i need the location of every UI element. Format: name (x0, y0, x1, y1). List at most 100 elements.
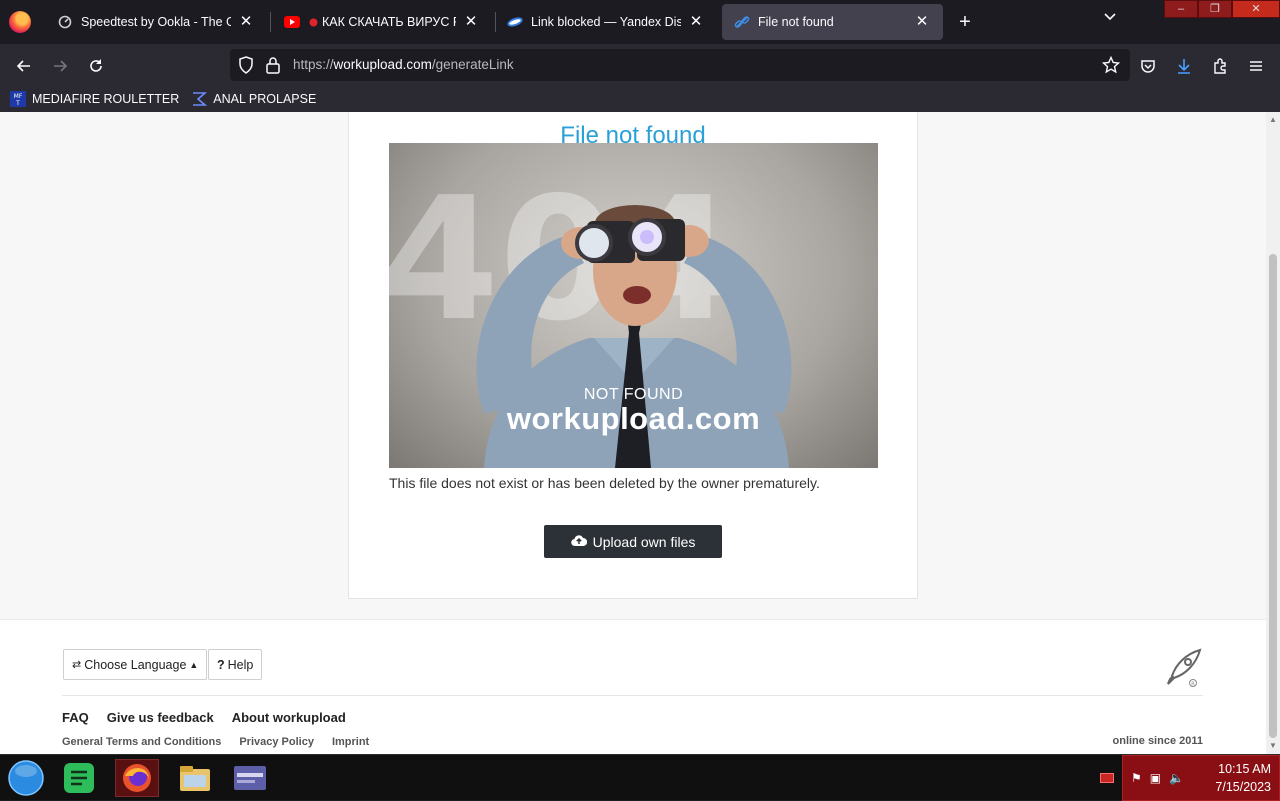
reload-icon (90, 59, 102, 72)
tab-youtube[interactable]: КАК СКАЧАТЬ ВИРУС Petya ✕ (272, 4, 492, 40)
tracking-protection-shield-icon[interactable] (238, 56, 254, 79)
show-hidden-icons-indicator[interactable] (1100, 773, 1114, 783)
svg-text:T: T (15, 100, 20, 107)
download-icon (1178, 59, 1190, 74)
window-close-button[interactable]: ✕ (1232, 0, 1280, 18)
privacy-policy-link[interactable]: Privacy Policy (239, 736, 314, 748)
reload-button[interactable] (82, 52, 110, 80)
upload-button-label: Upload own files (592, 533, 696, 550)
terms-link[interactable]: General Terms and Conditions (62, 736, 221, 748)
firefox-menu-icon[interactable] (9, 11, 31, 33)
scroll-thumb[interactable] (1269, 254, 1277, 738)
bookmark-star-icon[interactable] (1101, 55, 1121, 79)
minimize-button[interactable]: – (1164, 0, 1198, 18)
page-scrollbar[interactable]: ▲ ▼ (1266, 112, 1280, 754)
url-scheme: https:// (293, 57, 334, 72)
url-host: workupload.com (333, 57, 432, 72)
sigma-icon (193, 92, 208, 106)
start-orb-icon (8, 760, 44, 796)
tab-title: File not found (758, 15, 834, 29)
tab-yandex-disk[interactable]: Link blocked — Yandex Disk ✕ (495, 4, 717, 40)
taskbar-notes-app[interactable] (57, 759, 101, 797)
language-button-label: Choose Language (84, 657, 187, 672)
rocket-logo-icon: R (1162, 646, 1204, 693)
start-button[interactable] (4, 759, 48, 797)
folder-icon (180, 766, 210, 791)
question-icon: ? (217, 657, 225, 672)
taskbar-file-explorer[interactable] (173, 759, 217, 797)
url-path: /generateLink (431, 57, 514, 72)
list-all-tabs-button[interactable] (1098, 10, 1122, 34)
taskbar-app-window[interactable] (228, 759, 272, 797)
new-tab-button[interactable]: + (953, 10, 977, 34)
scroll-up-arrow-icon[interactable]: ▲ (1269, 116, 1277, 124)
about-link[interactable]: About workupload (232, 710, 346, 725)
forward-button[interactable] (46, 52, 74, 80)
footer-legal-links: General Terms and Conditions Privacy Pol… (62, 736, 387, 748)
firefox-icon (123, 764, 151, 792)
restore-button[interactable]: ❐ (1198, 0, 1232, 18)
upload-own-files-button[interactable]: Upload own files (544, 525, 722, 558)
cloud-upload-icon (570, 534, 587, 550)
choose-language-button[interactable]: ⇄ Choose Language ▲ (63, 649, 208, 680)
web-page: File not found 404 (0, 112, 1266, 754)
volume-icon[interactable]: 🔈 (1169, 771, 1184, 785)
svg-text:R: R (1191, 682, 1195, 688)
puzzle-icon (1214, 58, 1226, 74)
padlock-icon[interactable] (266, 56, 280, 79)
speedtest-icon (57, 14, 73, 30)
footer-links: FAQ Give us feedback About workupload (62, 710, 364, 725)
chevron-up-icon: ▲ (189, 659, 199, 670)
taskbar: ⚑ ▣ 🔈 10:15 AM 7/15/2023 (0, 754, 1280, 801)
footer-divider (62, 695, 1203, 696)
close-tab-icon[interactable]: ✕ (913, 13, 931, 31)
feedback-link[interactable]: Give us feedback (107, 710, 214, 725)
pocket-icon (1141, 60, 1155, 73)
faq-link[interactable]: FAQ (62, 710, 89, 725)
downloads-button[interactable] (1170, 52, 1198, 80)
system-clock[interactable]: 10:15 AM 7/15/2023 (1215, 760, 1271, 796)
back-arrow-icon (16, 60, 30, 72)
mft-icon: MFT (10, 91, 26, 107)
tab-speedtest[interactable]: Speedtest by Ookla - The Global Broadban… (45, 4, 267, 40)
url-bar[interactable]: https://workupload.com/generateLink (230, 49, 1130, 81)
bookmark-label: MEDIAFIRE ROULETTER (32, 92, 180, 106)
imprint-link[interactable]: Imprint (332, 736, 369, 748)
bookmark-label: ANAL PROLAPSE (213, 92, 317, 106)
help-button-label: Help (227, 657, 254, 672)
close-tab-icon[interactable]: ✕ (237, 13, 255, 31)
close-tab-icon[interactable]: ✕ (687, 13, 705, 31)
window-controls: – ❐ ✕ (1164, 0, 1280, 18)
tab-title: Speedtest by Ookla - The Global Broadban… (81, 15, 231, 29)
translate-icon: ⇄ (72, 659, 82, 671)
taskbar-firefox[interactable] (115, 759, 159, 797)
tray-icons: ⚑ ▣ 🔈 (1131, 771, 1184, 785)
extensions-button[interactable] (1206, 52, 1234, 80)
online-since-text: online since 2011 (1112, 735, 1204, 747)
close-tab-icon[interactable]: ✕ (462, 13, 480, 31)
tab-title: Link blocked — Yandex Disk (531, 15, 681, 29)
clock-date: 7/15/2023 (1215, 780, 1271, 794)
tab-separator (270, 12, 271, 32)
pocket-button[interactable] (1134, 52, 1162, 80)
content-card: File not found 404 (348, 112, 918, 599)
app-menu-button[interactable] (1242, 52, 1270, 80)
scroll-down-arrow-icon[interactable]: ▼ (1269, 742, 1277, 750)
back-button[interactable] (10, 52, 38, 80)
svg-text:MF: MF (14, 93, 23, 100)
tab-title: КАК СКАЧАТЬ ВИРУС Petya (322, 15, 456, 29)
url-text[interactable]: https://workupload.com/generateLink (293, 57, 514, 72)
tab-file-not-found[interactable]: File not found ✕ (722, 4, 943, 40)
bookmark-second[interactable]: ANAL PROLAPSE (191, 91, 316, 107)
hamburger-menu-icon (1250, 61, 1262, 71)
action-center-flag-icon[interactable]: ⚑ (1131, 771, 1142, 785)
navigation-toolbar: https://workupload.com/generateLink (0, 44, 1280, 86)
link-icon (734, 14, 750, 30)
forward-arrow-icon (54, 60, 68, 72)
help-button[interactable]: ? Help (208, 649, 263, 680)
window-app-icon (234, 766, 266, 790)
workupload-watermark: workupload.com (506, 401, 761, 436)
network-icon[interactable]: ▣ (1150, 771, 1161, 785)
bookmarks-toolbar: MF T MEDIAFIRE ROULETTER ANAL PROLAPSE (0, 86, 1280, 112)
bookmark-mediafire-rouletter[interactable]: MF T MEDIAFIRE ROULETTER (10, 91, 179, 107)
